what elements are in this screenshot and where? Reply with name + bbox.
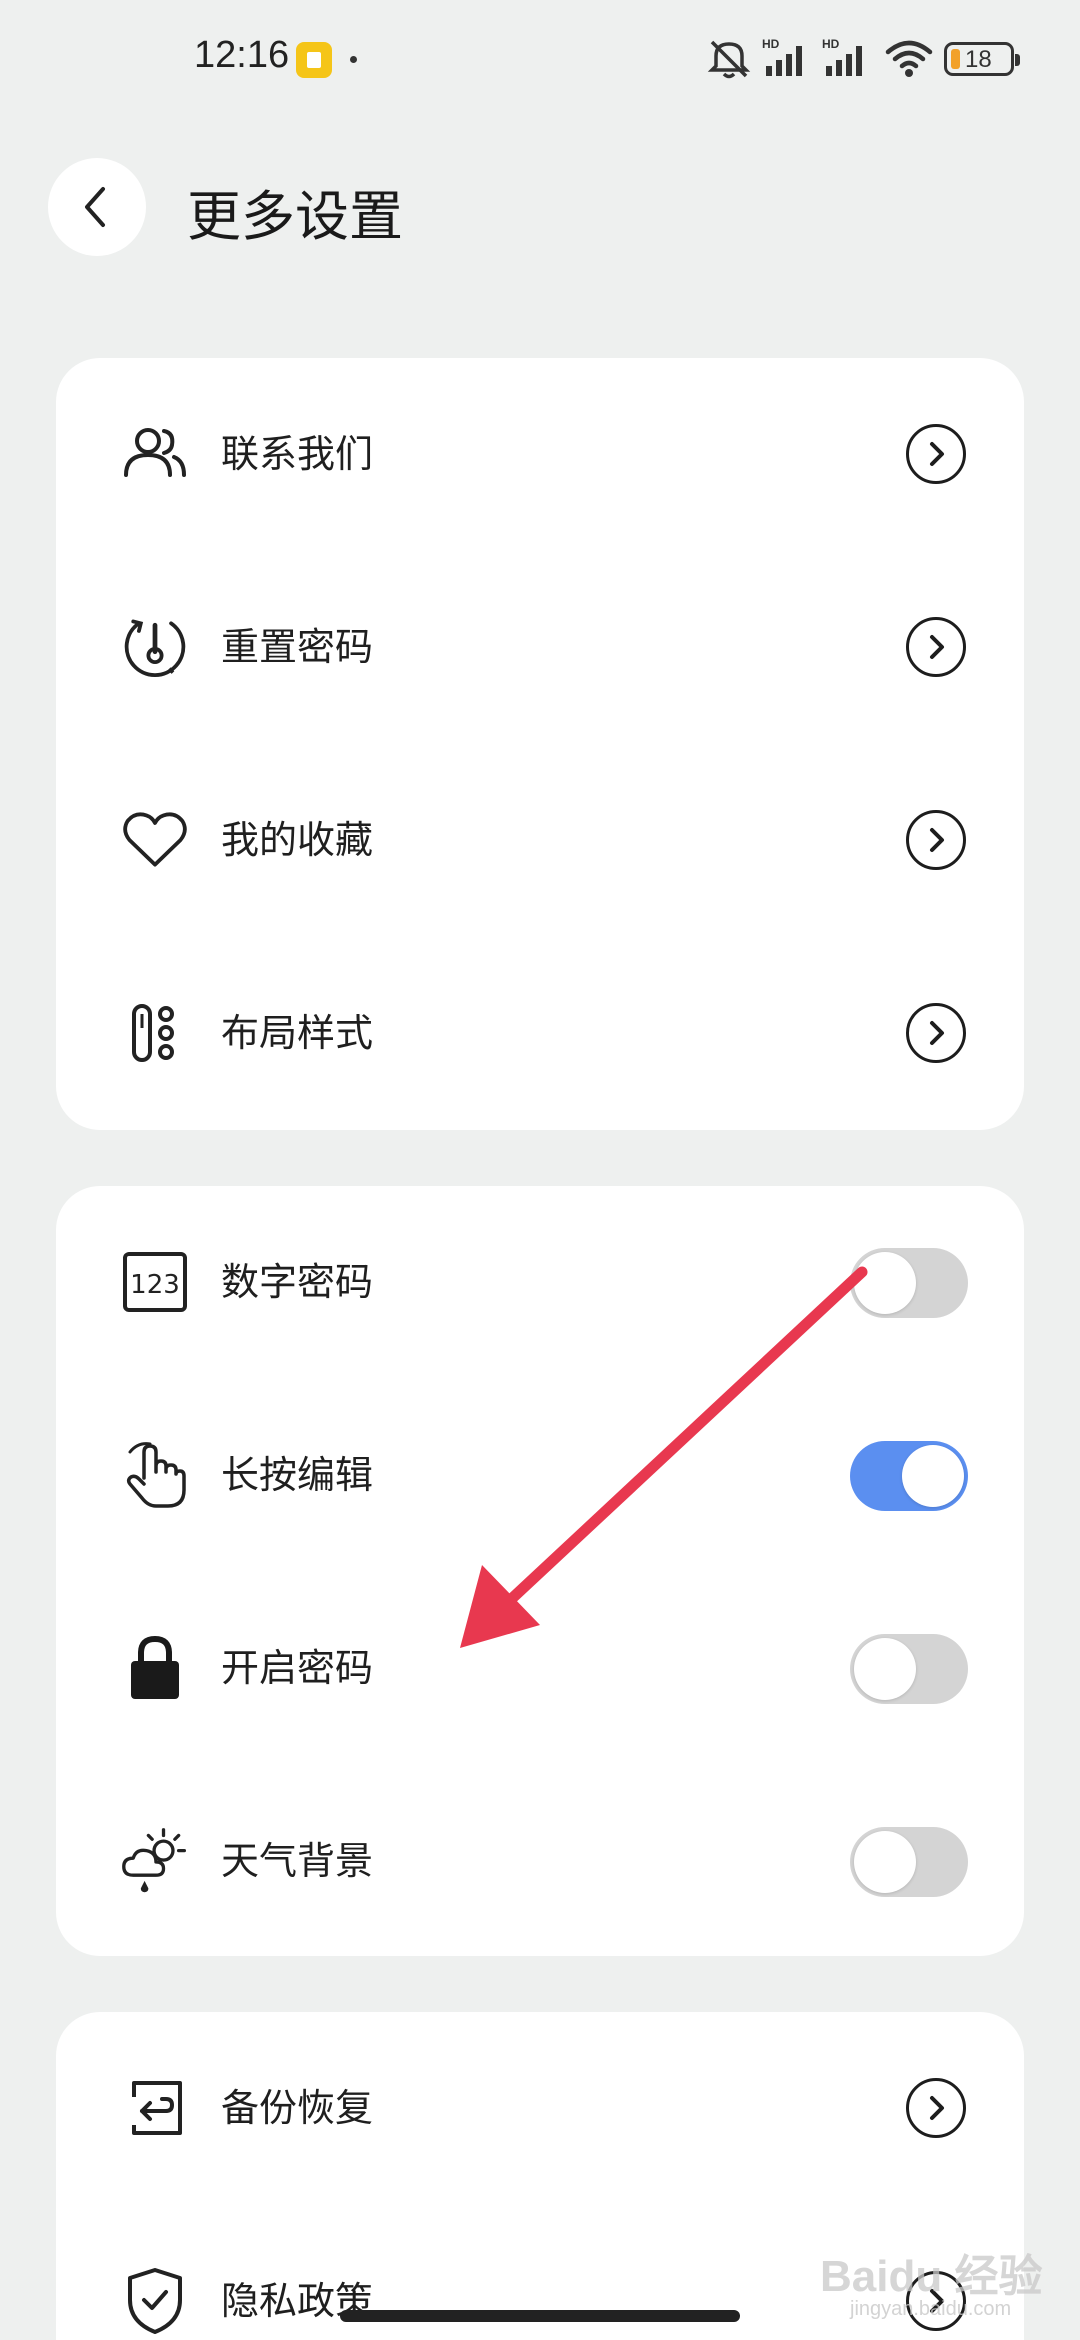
svg-text:123: 123 <box>130 1270 180 1300</box>
settings-row-favorites[interactable]: 我的收藏 <box>56 744 1024 936</box>
settings-row-numeric-password[interactable]: 123 数字密码 <box>56 1186 1024 1378</box>
svg-text:HD: HD <box>762 37 780 51</box>
back-button[interactable] <box>48 158 146 256</box>
settings-row-weather-background[interactable]: 天气背景 <box>56 1765 1024 1956</box>
lock-icon <box>120 1633 190 1703</box>
toggle-knob <box>854 1252 916 1314</box>
toggle-switch[interactable] <box>850 1634 968 1704</box>
backup-restore-icon <box>120 2073 190 2143</box>
hand-pointer-icon <box>120 1440 190 1510</box>
row-label: 布局样式 <box>221 1011 374 1055</box>
toggle-knob <box>854 1638 916 1700</box>
notification-dot <box>350 56 357 63</box>
row-label: 我的收藏 <box>221 818 374 862</box>
row-label: 数字密码 <box>221 1260 374 1304</box>
status-bar: 12:16 HD HD 18 <box>0 0 1080 120</box>
toggle-knob <box>854 1831 916 1893</box>
toggle-switch[interactable] <box>850 1441 968 1511</box>
battery-icon: 18 <box>944 42 1020 76</box>
toggle-switch[interactable] <box>850 1827 968 1897</box>
svg-text:HD: HD <box>822 37 840 51</box>
settings-card-security: 123 数字密码 长按编辑 开启密码 天气背景 <box>56 1186 1024 1956</box>
annotation-arrow <box>460 1266 868 1648</box>
chevron-right-icon[interactable] <box>906 424 966 484</box>
battery-percent: 18 <box>965 46 992 73</box>
page-title: 更多设置 <box>187 185 403 248</box>
heart-icon <box>120 805 190 875</box>
toggle-switch[interactable] <box>850 1248 968 1318</box>
chevron-right-icon[interactable] <box>906 1003 966 1063</box>
status-time: 12:16 <box>194 34 290 76</box>
hd-signal-icon: HD <box>822 37 862 76</box>
settings-row-long-press-edit[interactable]: 长按编辑 <box>56 1379 1024 1571</box>
hd-signal-icon: HD <box>762 37 802 76</box>
settings-row-backup-restore[interactable]: 备份恢复 <box>56 2012 1024 2204</box>
chevron-right-icon[interactable] <box>906 2078 966 2138</box>
settings-row-contact-us[interactable]: 联系我们 <box>56 358 1024 550</box>
watermark-url: jingyan.baidu.com <box>850 2298 1012 2320</box>
row-label: 重置密码 <box>221 625 374 669</box>
home-indicator[interactable] <box>340 2310 740 2322</box>
layout-icon <box>120 998 190 1068</box>
shield-check-icon <box>120 2266 190 2336</box>
toggle-knob <box>902 1445 964 1507</box>
weather-icon <box>120 1826 190 1896</box>
settings-row-layout-style[interactable]: 布局样式 <box>56 937 1024 1129</box>
watermark-logo: Baidu 经验 <box>820 2252 1043 2301</box>
settings-row-reset-password[interactable]: 重置密码 <box>56 551 1024 743</box>
app-notification-icon <box>296 42 332 78</box>
chevron-right-icon[interactable] <box>906 810 966 870</box>
row-label: 天气背景 <box>221 1839 374 1883</box>
wifi-icon <box>885 40 933 77</box>
mute-icon <box>707 40 751 79</box>
settings-card-general: 联系我们 重置密码 我的收藏 布局样式 <box>56 358 1024 1130</box>
row-label: 联系我们 <box>221 432 374 476</box>
row-label: 开启密码 <box>221 1646 374 1690</box>
row-label: 长按编辑 <box>221 1453 374 1497</box>
numeric-123-icon: 123 <box>120 1247 190 1317</box>
settings-row-enable-password[interactable]: 开启密码 <box>56 1572 1024 1764</box>
chevron-right-icon[interactable] <box>906 617 966 677</box>
row-label: 备份恢复 <box>221 2086 374 2130</box>
chevron-left-icon <box>85 187 105 227</box>
battery-level <box>951 49 960 69</box>
contacts-icon <box>120 419 190 489</box>
reset-password-icon <box>120 612 190 682</box>
